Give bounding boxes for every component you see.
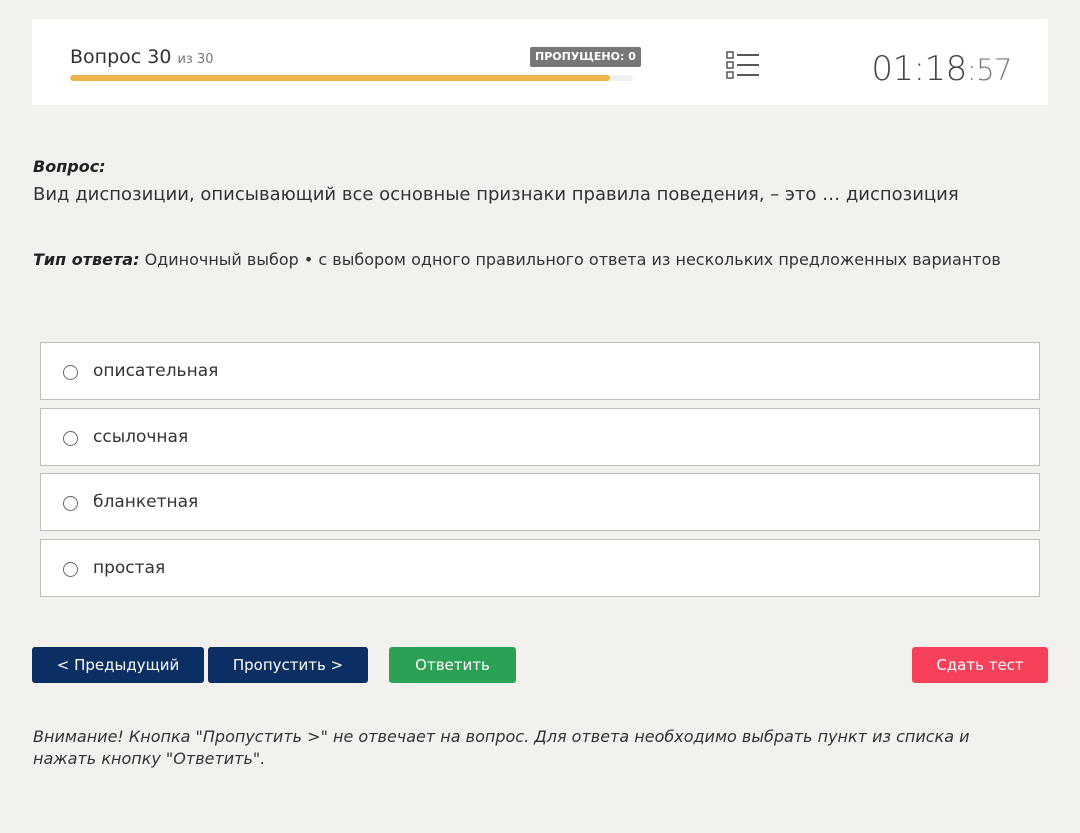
answer-type-label: Тип ответа: xyxy=(33,250,140,269)
radio-button[interactable] xyxy=(63,496,78,511)
skip-button[interactable]: Пропустить > xyxy=(208,647,368,683)
radio-button[interactable] xyxy=(63,561,78,577)
answer-button[interactable]: Ответить xyxy=(389,647,516,683)
submit-test-button[interactable]: Сдать тест xyxy=(912,647,1048,683)
progress-fill xyxy=(70,75,611,81)
question-total: из 30 xyxy=(177,52,214,67)
question-number: Вопрос 30 xyxy=(70,46,172,68)
notice-text: Внимание! Кнопка "Пропустить >" не отвеч… xyxy=(33,727,970,768)
answer-option[interactable]: описательная xyxy=(40,342,1040,400)
radio-button[interactable] xyxy=(63,365,78,380)
radio-button[interactable] xyxy=(63,430,78,446)
timer: 01:18:57 xyxy=(871,49,1012,89)
timer-main: 01:18 xyxy=(871,49,967,89)
answer-options: описательная ссылочная бланкетная проста… xyxy=(40,342,1040,604)
list-icon[interactable] xyxy=(726,51,760,79)
answer-option[interactable]: простая xyxy=(40,538,1040,597)
answer-type: Тип ответа: Одиночный выбор • с выбором … xyxy=(33,250,1001,269)
answer-option[interactable]: ссылочная xyxy=(40,407,1040,466)
option-label: описательная xyxy=(93,361,219,381)
answer-type-value: Одиночный выбор • с выбором одного прави… xyxy=(144,250,1001,269)
option-label: ссылочная xyxy=(93,426,189,447)
answer-option[interactable]: бланкетная xyxy=(40,473,1040,531)
question-text: Вид диспозиции, описывающий все основные… xyxy=(33,184,959,205)
test-header: Вопрос 30 из 30 ПРОПУЩЕНО: 0 01:18:57 xyxy=(32,19,1048,105)
option-label: простая xyxy=(93,557,166,578)
previous-button[interactable]: < Предыдущий xyxy=(32,647,204,683)
question-counter: Вопрос 30 из 30 xyxy=(70,46,214,68)
progress-bar xyxy=(70,75,633,81)
skipped-badge: ПРОПУЩЕНО: 0 xyxy=(530,47,641,67)
timer-seconds: 57 xyxy=(976,53,1012,87)
question-label: Вопрос: xyxy=(33,157,106,176)
timer-separator: : xyxy=(966,53,977,87)
option-label: бланкетная xyxy=(93,492,199,512)
